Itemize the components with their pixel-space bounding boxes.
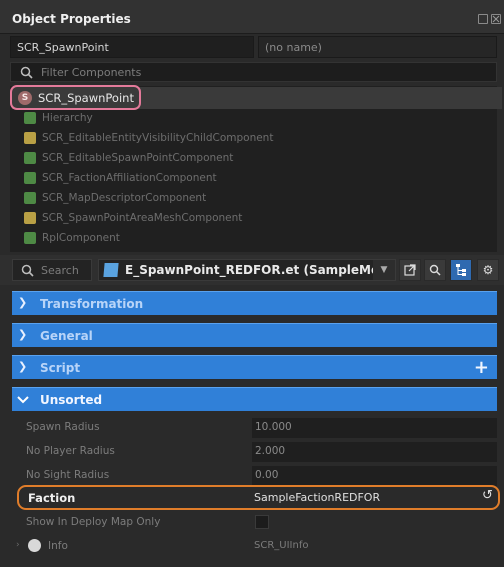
property-value: 0.00 <box>255 469 279 481</box>
window-titlebar: Object Properties <box>0 0 504 34</box>
tree-item-label: SCR_EditableSpawnPointComponent <box>42 152 234 164</box>
category-label: Transformation <box>40 297 144 311</box>
category-label: Unsorted <box>40 393 103 407</box>
component-tree <box>10 86 497 252</box>
property-row-spawn-radius: Spawn Radius 10.000 <box>12 416 497 440</box>
property-label: No Sight Radius <box>26 469 110 481</box>
property-value-field[interactable]: 0.00 <box>252 466 497 486</box>
component-green-icon <box>24 172 36 184</box>
find-button[interactable] <box>424 259 446 281</box>
property-value: 10.000 <box>255 421 292 433</box>
search-icon <box>21 264 34 277</box>
property-label: Info <box>48 540 68 552</box>
chevron-right-icon: ❯ <box>18 328 28 341</box>
magnifier-icon <box>429 264 441 276</box>
component-green-icon <box>24 112 36 124</box>
category-general[interactable]: ❯ General <box>12 323 497 347</box>
chevron-right-icon: ❯ <box>18 296 28 309</box>
filter-placeholder: Filter Components <box>41 66 142 79</box>
open-external-icon <box>404 264 416 276</box>
property-label: Spawn Radius <box>26 421 100 433</box>
gear-icon: ⚙ <box>482 263 494 277</box>
category-label: Script <box>40 361 81 375</box>
script-yellow-icon <box>24 132 36 144</box>
tree-item-label: SCR_FactionAffiliationComponent <box>42 172 217 184</box>
category-label: General <box>40 329 93 343</box>
window-close-icon[interactable] <box>491 14 501 24</box>
open-external-button[interactable] <box>399 259 421 281</box>
settings-button[interactable]: ⚙ <box>477 259 499 281</box>
category-script[interactable]: ❯ Script + <box>12 355 497 379</box>
property-value-field[interactable]: 2.000 <box>252 442 497 462</box>
filter-components-input[interactable]: Filter Components <box>10 62 497 82</box>
entity-prefab-label: E_SpawnPoint_REDFOR.et (SampleMod <box>125 263 388 277</box>
tree-item-label: SCR_SpawnPointAreaMeshComponent <box>42 212 243 224</box>
property-value-field[interactable]: 10.000 <box>252 418 497 438</box>
prefab-cube-icon <box>103 263 119 277</box>
properties-toolbar: Search E_SpawnPoint_REDFOR.et (SampleMod… <box>0 255 504 285</box>
info-object-icon <box>28 539 41 552</box>
script-yellow-icon <box>24 212 36 224</box>
component-green-icon <box>24 192 36 204</box>
add-script-icon[interactable]: + <box>474 357 489 378</box>
object-name-placeholder: (no name) <box>265 41 322 54</box>
hierarchy-toggle-button[interactable] <box>450 259 472 281</box>
chevron-down-icon[interactable]: ▼ <box>373 260 395 280</box>
property-value: SCR_UIInfo <box>254 540 309 551</box>
component-green-icon <box>24 152 36 164</box>
property-search-input[interactable]: Search <box>12 259 92 281</box>
property-row-no-player-radius: No Player Radius 2.000 <box>12 440 497 464</box>
reset-icon[interactable]: ↺ <box>482 488 493 503</box>
search-icon <box>20 66 33 79</box>
chevron-down-icon <box>17 396 29 404</box>
entity-prefab-selector[interactable]: E_SpawnPoint_REDFOR.et (SampleMod ▼ <box>98 259 396 281</box>
category-unsorted[interactable]: Unsorted <box>12 387 497 411</box>
tree-item-label: SCR_EditableEntityVisibilityChildCompone… <box>42 132 274 144</box>
window-title: Object Properties <box>12 12 131 26</box>
search-placeholder: Search <box>41 264 79 277</box>
window-undock-icon[interactable] <box>478 14 488 24</box>
object-name-field[interactable]: (no name) <box>258 36 497 58</box>
property-row-info: › Info SCR_UIInfo <box>12 535 497 559</box>
class-name-value: SCR_SpawnPoint <box>17 41 109 54</box>
property-label: No Player Radius <box>26 445 115 457</box>
tree-item-label: SCR_MapDescriptorComponent <box>42 192 207 204</box>
faction-value-field[interactable]: SampleFactionREDFOR <box>254 491 380 504</box>
root-item-highlight <box>10 85 141 110</box>
property-value: 2.000 <box>255 445 286 457</box>
deploy-map-checkbox[interactable] <box>255 515 269 529</box>
tree-item-label: Hierarchy <box>42 112 93 124</box>
faction-label: Faction <box>28 491 76 505</box>
hierarchy-icon <box>456 264 466 276</box>
chevron-right-icon[interactable]: › <box>16 540 20 550</box>
chevron-right-icon: ❯ <box>18 360 28 373</box>
class-name-field[interactable]: SCR_SpawnPoint <box>10 36 254 58</box>
close-icon <box>492 15 500 23</box>
property-label: Show In Deploy Map Only <box>26 516 161 528</box>
category-transformation[interactable]: ❯ Transformation <box>12 291 497 315</box>
component-green-icon <box>24 232 36 244</box>
tree-item-label: RplComponent <box>42 232 120 244</box>
